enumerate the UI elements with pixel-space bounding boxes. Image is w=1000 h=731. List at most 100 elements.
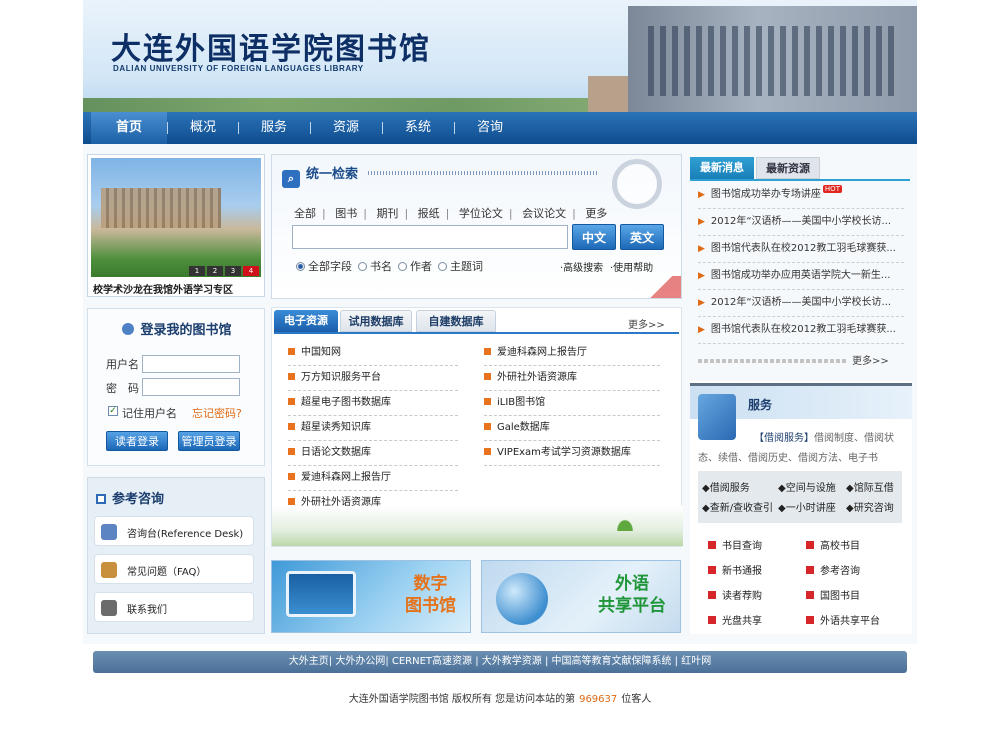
resource-item[interactable]: iLIB图书馆 (484, 394, 660, 416)
page-margin-left (0, 0, 83, 731)
service-link[interactable]: 光盘共享 (708, 612, 762, 627)
admin-login-button[interactable]: 管理员登录 (178, 431, 240, 451)
resource-item[interactable]: Gale数据库 (484, 419, 660, 441)
nav-services[interactable]: 服务 (240, 112, 308, 144)
copyright-text: 大连外国语学院图书馆 版权所有 您是访问本站的第 (348, 694, 576, 705)
help-link[interactable]: ·使用帮助 (610, 259, 653, 274)
news-more-link[interactable]: 更多>> (852, 352, 889, 367)
search-input[interactable] (292, 225, 568, 249)
resource-item[interactable]: 超星电子图书数据库 (288, 394, 458, 416)
search-cat-conference[interactable]: 会议论文 (522, 207, 566, 220)
resource-label: iLIB图书馆 (497, 397, 546, 408)
news-item[interactable]: ▶ 图书馆成功举办应用英语学院大一新生... (698, 265, 904, 290)
service-research[interactable]: ◆研究咨询 (846, 499, 894, 514)
advanced-search-link[interactable]: ·高级搜索 (560, 259, 603, 274)
language-share-banner[interactable]: 外语 共享平台 (481, 560, 681, 633)
nav-system[interactable]: 系统 (384, 112, 452, 144)
service-novelty-search[interactable]: ◆查新/查收查引 (702, 499, 773, 514)
slideshow-caption[interactable]: 校学术沙龙在我馆外语学习专区 (93, 281, 263, 296)
reference-desk-link[interactable]: 咨询台(Reference Desk) (94, 516, 254, 546)
tab-latest-news[interactable]: 最新消息 (690, 157, 754, 179)
slideshow-photo[interactable]: 1 2 3 4 (91, 158, 261, 277)
search-cat-books[interactable]: 图书 (335, 207, 357, 220)
service-link[interactable]: 外语共享平台 (806, 612, 880, 627)
resource-item[interactable]: 日语论文数据库 (288, 444, 458, 466)
tab-electronic-resources[interactable]: 电子资源 (274, 310, 338, 332)
service-space[interactable]: ◆空间与设施 (778, 479, 836, 494)
faq-link[interactable]: 常见问题（FAQ） (94, 554, 254, 584)
news-item[interactable]: ▶ 2012年“汉语桥——美国中小学校长访... (698, 211, 904, 236)
tab-latest-resources[interactable]: 最新资源 (756, 157, 820, 179)
news-item[interactable]: ▶ 图书馆成功举办专场讲座 HOT (698, 184, 904, 209)
slideshow-page-2[interactable]: 2 (207, 266, 223, 276)
username-input[interactable] (142, 355, 240, 373)
search-cat-more[interactable]: 更多 (585, 207, 607, 220)
tab-trial-databases[interactable]: 试用数据库 (340, 310, 412, 332)
resource-item[interactable]: VIPExam考试学习资源数据库 (484, 444, 660, 466)
search-cat-journals[interactable]: 期刊 (376, 207, 398, 220)
site-logo[interactable]: 大连外国语学院图书馆 (111, 24, 431, 68)
globe-icon (496, 573, 548, 625)
search-english-button[interactable]: 英文 (620, 224, 664, 250)
bullet-icon (288, 373, 295, 380)
nav-overview[interactable]: 概况 (169, 112, 237, 144)
resource-item[interactable]: 中国知网 (288, 344, 458, 366)
password-input[interactable] (142, 378, 240, 396)
field-all[interactable]: 全部字段 (296, 258, 352, 274)
footer-links[interactable]: 大外主页| 大外办公网| CERNET高速资源 | 大外教学资源 | 中国高等教… (93, 651, 907, 673)
nav-consult[interactable]: 咨询 (456, 112, 524, 144)
resource-item[interactable]: 万方知识服务平台 (288, 369, 458, 391)
resource-item[interactable]: 爱迪科森网上报告厅 (484, 344, 660, 366)
services-desc-head[interactable]: 【借阅服务】 (754, 433, 814, 444)
service-borrowing[interactable]: ◆借阅服务 (702, 479, 750, 494)
search-cat-newspapers[interactable]: 报纸 (418, 207, 440, 220)
forgot-password-link[interactable]: 忘记密码? (192, 405, 242, 421)
news-item[interactable]: ▶ 2012年“汉语桥——美国中小学校长访... (698, 292, 904, 317)
news-item[interactable]: ▶ 图书馆代表队在校2012教工羽毛球赛获... (698, 319, 904, 344)
field-author-label: 作者 (410, 260, 432, 273)
field-title[interactable]: 书名 (358, 258, 392, 274)
resource-item[interactable]: 外研社外语资源库 (484, 369, 660, 391)
service-link[interactable]: 高校书目 (806, 537, 860, 552)
service-link[interactable]: 新书通报 (708, 562, 762, 577)
contact-link[interactable]: 联系我们 (94, 592, 254, 622)
user-icon (122, 323, 135, 335)
slideshow-page-4[interactable]: 4 (243, 266, 259, 276)
tab-underline (274, 332, 679, 334)
sprout-icon (612, 513, 638, 531)
slideshow-page-3[interactable]: 3 (225, 266, 241, 276)
arrow-icon: ▶ (698, 190, 705, 200)
resource-label: 日语论文数据库 (301, 447, 371, 458)
service-link[interactable]: 参考咨询 (806, 562, 860, 577)
slideshow-page-1[interactable]: 1 (189, 266, 205, 276)
search-cat-theses[interactable]: 学位论文 (459, 207, 503, 220)
remember-checkbox[interactable]: ✓ (108, 406, 118, 416)
search-cat-all[interactable]: 全部 (294, 207, 316, 220)
service-link[interactable]: 书目查询 (708, 537, 762, 552)
resource-item[interactable]: 爱迪科森网上报告厅 (288, 469, 458, 491)
photo-slideshow: 1 2 3 4 校学术沙龙在我馆外语学习专区 (87, 154, 265, 297)
news-label: 2012年“汉语桥——美国中小学校长访... (710, 297, 892, 308)
nav-home[interactable]: 首页 (91, 112, 167, 144)
radio-selected-icon (296, 262, 305, 271)
service-ill[interactable]: ◆馆际互借 (846, 479, 894, 494)
bullet-icon (288, 498, 295, 505)
square-icon (96, 494, 106, 504)
tab-self-built-databases[interactable]: 自建数据库 (416, 310, 496, 332)
banner-line: 外语 (615, 574, 649, 594)
service-link[interactable]: 国图书目 (806, 587, 860, 602)
red-square-icon (806, 616, 814, 624)
reader-login-button[interactable]: 读者登录 (106, 431, 168, 451)
hot-badge: HOT (822, 185, 842, 193)
reference-panel: 参考咨询 咨询台(Reference Desk) 常见问题（FAQ） 联系我们 (87, 477, 265, 634)
service-link[interactable]: 读者荐购 (708, 587, 762, 602)
field-subject[interactable]: 主题词 (438, 258, 483, 274)
digital-library-banner[interactable]: 数字 图书馆 (271, 560, 471, 633)
search-chinese-button[interactable]: 中文 (572, 224, 616, 250)
news-item[interactable]: ▶ 图书馆代表队在校2012教工羽毛球赛获... (698, 238, 904, 263)
resources-more-link[interactable]: 更多>> (628, 316, 665, 331)
field-author[interactable]: 作者 (398, 258, 432, 274)
service-lecture[interactable]: ◆一小时讲座 (778, 499, 836, 514)
nav-resources[interactable]: 资源 (312, 112, 380, 144)
resource-item[interactable]: 超星读秀知识库 (288, 419, 458, 441)
